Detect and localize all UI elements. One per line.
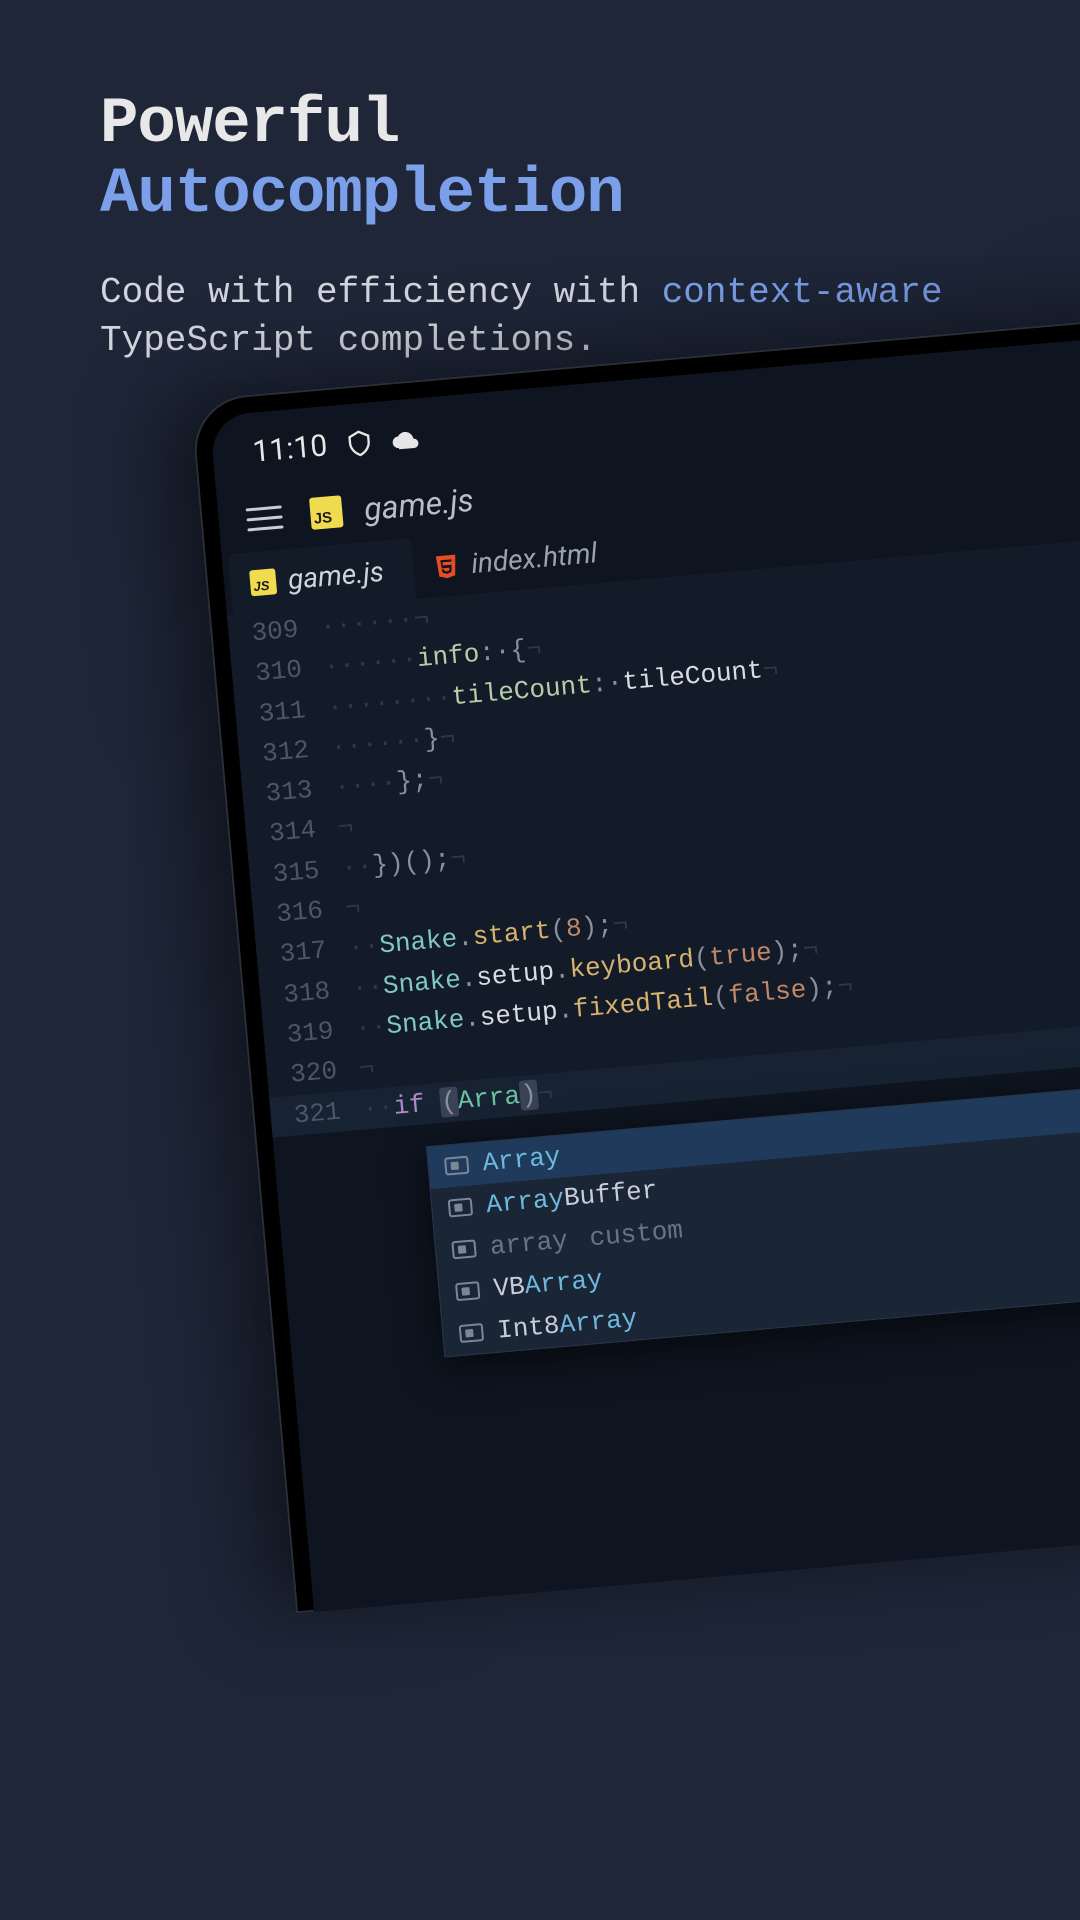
code-content: ¬ [336, 807, 355, 849]
shield-icon [344, 428, 374, 458]
cloud-icon [390, 424, 420, 454]
code-editor[interactable]: 309······¬310······info:·{¬311········ti… [227, 532, 1080, 1138]
code-content: ¬ [343, 887, 362, 929]
tab-label: game.js [287, 555, 385, 596]
js-badge-icon: JS [249, 568, 277, 596]
error-icon[interactable]: ! [234, 1108, 258, 1132]
hero-title-line1: Powerful [100, 89, 399, 161]
device-frame: 11:10 JS game.js JS game.js index.h [190, 315, 1080, 1614]
completion-kind-icon [459, 1323, 484, 1343]
completion-kind-icon [448, 1197, 473, 1217]
completion-popup[interactable]: ArrayArrayBufferarraycustomVBArrayInt8Ar… [426, 1084, 1080, 1358]
line-number: 321 [269, 1089, 364, 1137]
hero-title: Powerful Autocompletion [100, 90, 980, 231]
completion-kind-icon [455, 1281, 480, 1301]
appbar-filename: game.js [363, 481, 476, 528]
menu-icon[interactable] [239, 498, 290, 537]
status-time: 11:10 [251, 428, 328, 469]
html-badge-icon [432, 552, 460, 580]
tab-label: index.html [470, 536, 599, 580]
code-content: ¬ [357, 1048, 376, 1090]
completion-kind-icon [451, 1239, 476, 1259]
completion-kind-icon [444, 1156, 469, 1176]
hero-title-line2: Autocompletion [100, 159, 624, 231]
js-badge-icon: JS [309, 495, 344, 530]
